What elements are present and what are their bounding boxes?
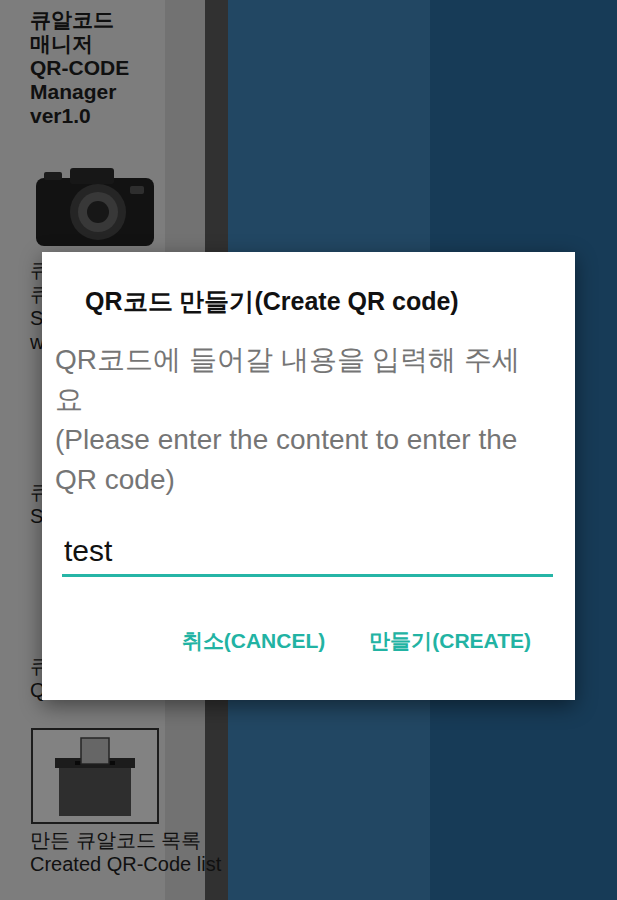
dialog-button[interactable]: 만들기(CREATE) xyxy=(367,621,533,661)
dialog-button[interactable]: 취소(CANCEL) xyxy=(180,621,327,661)
dialog-message: QR코드에 들어갈 내용을 입력해 주세요(Please enter the c… xyxy=(55,340,555,500)
content-input[interactable] xyxy=(62,528,553,577)
create-qr-dialog: QR코드 만들기(Create QR code) QR코드에 들어갈 내용을 입력… xyxy=(42,252,575,700)
dialog-title: QR코드 만들기(Create QR code) xyxy=(55,284,555,318)
app-screen: 큐알코드매니저QR-CODEManagerver1.0큐큐Sw큐S큐Q만든 큐알… xyxy=(0,0,617,900)
dialog-buttons: 취소(CANCEL) 만들기(CREATE) xyxy=(55,621,555,661)
dim-overlay: QR코드 만들기(Create QR code) QR코드에 들어갈 내용을 입력… xyxy=(0,0,617,900)
